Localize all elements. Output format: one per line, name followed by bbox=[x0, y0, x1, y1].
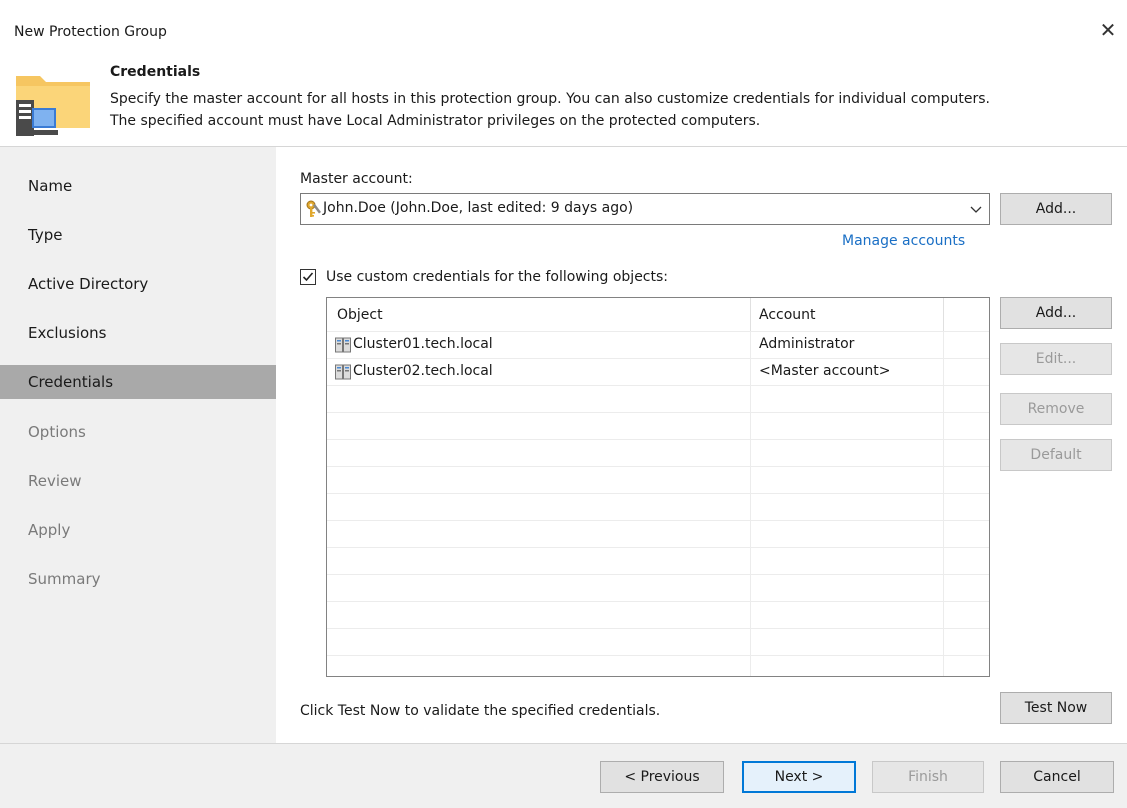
empty-cell bbox=[327, 413, 751, 439]
column-header-account-text[interactable]: Account bbox=[759, 307, 816, 323]
checkmark-icon bbox=[302, 272, 314, 282]
nav-item-type[interactable]: Type bbox=[0, 218, 276, 252]
finish-button[interactable]: Finish bbox=[872, 761, 984, 793]
empty-row bbox=[327, 521, 989, 548]
credentials-table: Object Account Cluster01.tech.local Admi… bbox=[326, 297, 990, 677]
wizard-header: Credentials Specify the master account f… bbox=[0, 56, 1127, 146]
empty-row bbox=[327, 602, 989, 629]
empty-row bbox=[327, 656, 989, 676]
test-now-button[interactable]: Test Now bbox=[1000, 692, 1112, 724]
cell-object: Cluster01.tech.local bbox=[327, 332, 751, 358]
empty-row bbox=[327, 575, 989, 602]
previous-button[interactable]: < Previous bbox=[600, 761, 724, 793]
empty-cell bbox=[327, 602, 751, 628]
header-description-line-1: Specify the master account for all hosts… bbox=[110, 91, 990, 107]
empty-cell bbox=[327, 467, 751, 493]
empty-cell bbox=[751, 602, 944, 628]
master-account-select[interactable]: John.Doe (John.Doe, last edited: 9 days … bbox=[300, 193, 990, 225]
default-object-button[interactable]: Default bbox=[1000, 439, 1112, 471]
empty-cell bbox=[751, 386, 944, 412]
empty-row bbox=[327, 467, 989, 494]
table-header: Object Account bbox=[327, 298, 989, 332]
empty-cell bbox=[751, 440, 944, 466]
empty-cell bbox=[751, 521, 944, 547]
empty-row bbox=[327, 440, 989, 467]
empty-cell bbox=[327, 494, 751, 520]
empty-row bbox=[327, 494, 989, 521]
edit-object-button[interactable]: Edit... bbox=[1000, 343, 1112, 375]
empty-cell bbox=[327, 575, 751, 601]
master-account-value: John.Doe (John.Doe, last edited: 9 days … bbox=[323, 200, 634, 216]
empty-cell bbox=[327, 656, 751, 676]
empty-cell bbox=[751, 629, 944, 655]
nav-item-name[interactable]: Name bbox=[0, 169, 276, 203]
cluster-icon bbox=[335, 337, 351, 353]
empty-cell bbox=[751, 656, 944, 676]
add-master-account-button[interactable]: Add... bbox=[1000, 193, 1112, 225]
cell-account: Administrator bbox=[751, 332, 944, 358]
empty-row bbox=[327, 548, 989, 575]
test-now-hint: Click Test Now to validate the specified… bbox=[300, 703, 661, 719]
manage-accounts-link[interactable]: Manage accounts bbox=[842, 233, 965, 249]
chevron-down-icon[interactable] bbox=[969, 200, 983, 218]
empty-cell bbox=[327, 521, 751, 547]
nav-item-credentials[interactable]: Credentials bbox=[0, 365, 276, 399]
empty-cell bbox=[751, 413, 944, 439]
new-protection-group-dialog: New Protection Group ✕ Credentials Speci… bbox=[0, 0, 1127, 808]
wizard-steps-nav: Name Type Active Directory Exclusions Cr… bbox=[0, 147, 276, 743]
custom-credentials-checkbox[interactable] bbox=[300, 269, 316, 285]
empty-cell bbox=[327, 386, 751, 412]
object-name: Cluster01.tech.local bbox=[353, 336, 493, 352]
column-header-account: Account bbox=[751, 298, 944, 331]
nav-item-options: Options bbox=[28, 423, 86, 441]
master-account-label: Master account: bbox=[300, 171, 413, 187]
column-header-object-text[interactable]: Object bbox=[337, 307, 383, 323]
protection-group-folder-icon bbox=[16, 76, 90, 136]
header-description-line-2: The specified account must have Local Ad… bbox=[110, 113, 761, 129]
wizard-footer: < Previous Next > Finish Cancel bbox=[0, 744, 1127, 808]
empty-cell bbox=[327, 629, 751, 655]
empty-row bbox=[327, 386, 989, 413]
nav-item-review: Review bbox=[28, 472, 82, 490]
key-icon bbox=[306, 200, 321, 217]
next-button[interactable]: Next > bbox=[742, 761, 856, 793]
empty-cell bbox=[327, 440, 751, 466]
cluster-icon bbox=[335, 364, 351, 380]
credentials-panel: Master account: John.Doe (John.Doe, last… bbox=[276, 147, 1127, 743]
empty-cell bbox=[751, 548, 944, 574]
header-description: Specify the master account for all hosts… bbox=[110, 88, 1120, 132]
window-title: New Protection Group bbox=[14, 24, 167, 40]
remove-object-button[interactable]: Remove bbox=[1000, 393, 1112, 425]
title-bar: New Protection Group ✕ bbox=[0, 0, 1127, 56]
empty-cell bbox=[327, 548, 751, 574]
empty-cell bbox=[751, 467, 944, 493]
nav-item-exclusions[interactable]: Exclusions bbox=[0, 316, 276, 350]
cell-account: <Master account> bbox=[751, 359, 944, 385]
table-row[interactable]: Cluster02.tech.local <Master account> bbox=[327, 359, 989, 386]
cancel-button[interactable]: Cancel bbox=[1000, 761, 1114, 793]
nav-item-apply: Apply bbox=[28, 521, 71, 539]
nav-item-summary: Summary bbox=[28, 570, 101, 588]
empty-cell bbox=[751, 575, 944, 601]
column-header-object: Object bbox=[327, 298, 751, 331]
add-object-button[interactable]: Add... bbox=[1000, 297, 1112, 329]
empty-row bbox=[327, 629, 989, 656]
account-name: Administrator bbox=[759, 336, 855, 352]
object-name: Cluster02.tech.local bbox=[353, 363, 493, 379]
close-icon[interactable]: ✕ bbox=[1097, 20, 1119, 42]
table-row[interactable]: Cluster01.tech.local Administrator bbox=[327, 332, 989, 359]
account-name: <Master account> bbox=[759, 363, 891, 379]
header-title: Credentials bbox=[110, 64, 201, 80]
cell-object: Cluster02.tech.local bbox=[327, 359, 751, 385]
custom-credentials-label: Use custom credentials for the following… bbox=[326, 269, 669, 285]
nav-item-active-directory[interactable]: Active Directory bbox=[0, 267, 276, 301]
empty-row bbox=[327, 413, 989, 440]
empty-cell bbox=[751, 494, 944, 520]
